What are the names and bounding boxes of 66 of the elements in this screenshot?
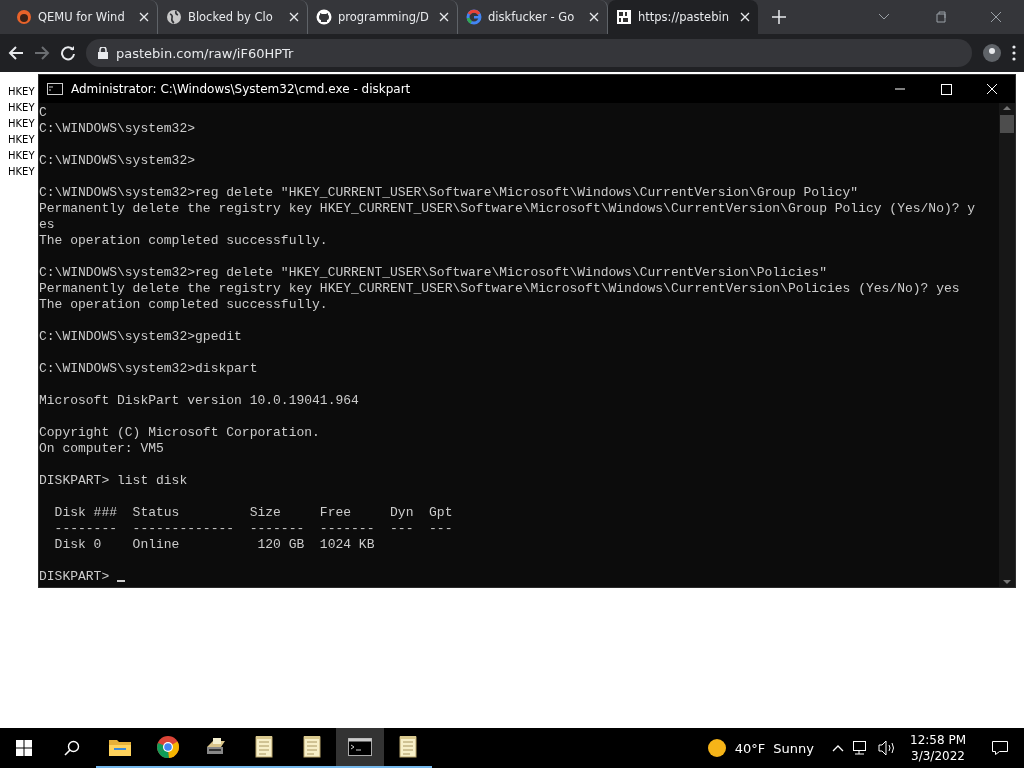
console-line: es [39, 217, 55, 232]
text-cursor [117, 580, 125, 582]
console-line: Microsoft DiskPart version 10.0.19041.964 [39, 393, 359, 408]
console-line: Disk ### Status Size Free Dyn Gpt [53, 505, 453, 520]
notepad-icon[interactable] [254, 735, 274, 759]
scroll-down-icon[interactable] [1003, 579, 1011, 585]
windows-start-icon[interactable] [16, 740, 32, 756]
chevron-icon[interactable] [878, 13, 890, 21]
console-line: C:\WINDOWS\system32> [39, 121, 196, 136]
console-line: C:\WINDOWS\system32>reg delete "HKEY_CURRENT_USER\Software\Microsoft\Windows\CurrentVersion\Group Policy" [39, 185, 859, 200]
page-text-line: HKEY [8, 117, 35, 131]
scrollbar[interactable] [999, 103, 1015, 587]
address-bar[interactable]: pastebin.com/raw/iF60HPTr [86, 39, 972, 67]
console-line: Disk 0 Online 120 GB 1024 KB [53, 537, 375, 552]
globe-icon [166, 9, 182, 25]
github-icon [316, 9, 332, 25]
new-tab-icon[interactable] [772, 10, 786, 24]
console-line: -------- ------------- ------- ------- --- --- [53, 521, 453, 536]
lock-icon [98, 47, 108, 59]
console-line: C:\WINDOWS\system32>diskpart [39, 361, 258, 376]
forward-icon[interactable] [34, 45, 50, 61]
console-line: On computer: VM5 [39, 441, 164, 456]
temperature-text[interactable]: 40°F [734, 740, 766, 756]
console-line: Permanently delete the registry key HKEY_CURRENT_USER\Software\Microsoft\Windows\CurrentVersion\Policies (Yes/No)? yes [39, 281, 960, 296]
page-text-line: HKEY [8, 85, 35, 99]
tab-favicon-icon [16, 9, 32, 25]
scroll-up-icon[interactable] [1003, 105, 1011, 111]
console-line: DISKPART> [39, 569, 111, 584]
chevron-up-icon[interactable] [832, 744, 844, 752]
clock[interactable]: 12:58 PM 3/3/2022 [910, 732, 966, 764]
menu-icon[interactable] [1012, 45, 1016, 61]
printer-icon[interactable] [204, 737, 228, 757]
restore-icon[interactable] [934, 11, 946, 23]
back-icon[interactable] [8, 45, 24, 61]
notepad-icon[interactable] [302, 735, 322, 759]
chrome-icon[interactable] [156, 735, 180, 759]
console-icon[interactable] [348, 738, 372, 756]
speaker-icon[interactable] [878, 740, 896, 756]
page-text-line: HKEY [8, 101, 35, 115]
notification-icon[interactable] [991, 740, 1009, 756]
sun-icon[interactable] [706, 738, 727, 758]
console-line: Permanently delete the registry key HKEY_CURRENT_USER\Software\Microsoft\Windows\CurrentVersion\Group Policy (Yes/No)? y [39, 201, 976, 216]
google-icon [466, 9, 482, 25]
console-line: Copyright (C) Microsoft Corporation. [39, 425, 320, 440]
page-text-line: HKEY [8, 165, 35, 179]
console-line: The operation completed successfully. [39, 233, 328, 248]
weather-text[interactable]: Sunny [773, 740, 814, 756]
scrollbar-thumb[interactable] [1000, 115, 1014, 133]
folder-icon[interactable] [108, 737, 132, 757]
binary-file-icon [616, 9, 632, 25]
console-line: C:\WINDOWS\system32> [39, 153, 196, 168]
console-line: The operation completed successfully. [39, 297, 328, 312]
page-text-line: HKEY [8, 133, 35, 147]
window-title: Administrator: C:\Windows\System32\cmd.exe - diskpart [71, 82, 412, 96]
browser-tab[interactable]: https://pastebin [608, 0, 758, 34]
profile-icon[interactable] [982, 43, 1002, 63]
console-line: C:\WINDOWS\system32>gpedit [39, 329, 242, 344]
page-text-line: HKEY [8, 149, 35, 163]
console-line: C:\WINDOWS\system32>reg delete "HKEY_CURRENT_USER\Software\Microsoft\Windows\CurrentVersion\Policies" [39, 265, 827, 280]
taskbar-button[interactable] [336, 728, 384, 768]
console-line: DISKPART> list disk [39, 473, 188, 488]
search-icon[interactable] [64, 740, 80, 756]
console-icon [47, 83, 63, 95]
notepad-icon[interactable] [398, 735, 418, 759]
reload-icon[interactable] [60, 45, 76, 61]
console-line: C [39, 105, 47, 120]
